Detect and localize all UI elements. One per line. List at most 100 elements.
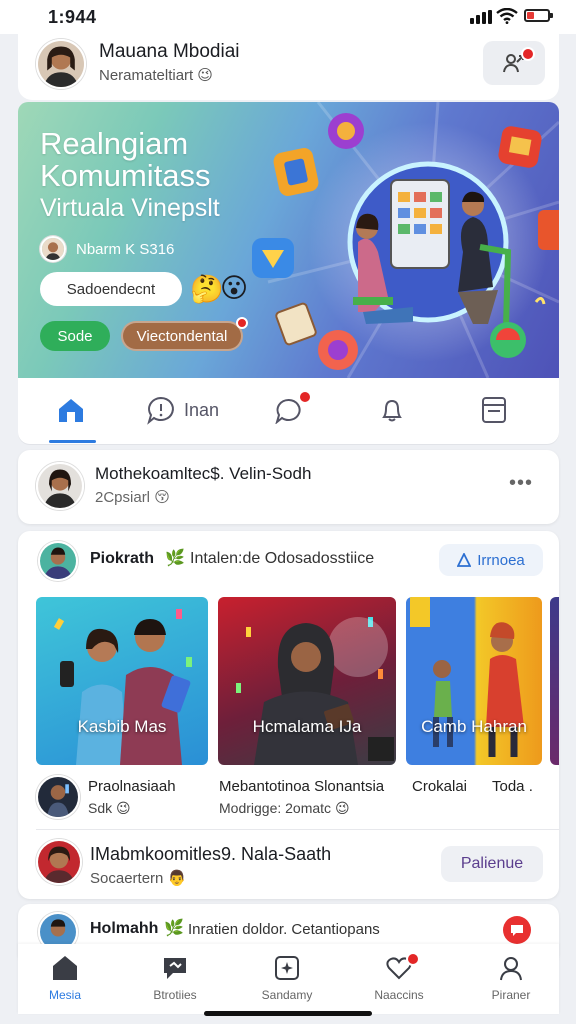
hero-title-line-3: Virtuala Vinepslt — [40, 194, 220, 222]
active-tab-indicator — [49, 440, 96, 443]
user-subtitle-text: Neramateltiart — [99, 67, 194, 84]
notification-badge-icon[interactable] — [503, 916, 531, 944]
thumbnail-2[interactable]: Hcmalama IJa — [218, 597, 396, 765]
item-1-subtitle-text: Sdk — [88, 800, 113, 816]
leaf-icon: 🌿 — [165, 550, 185, 567]
post-subtitle-emoji: 😚 — [154, 489, 170, 506]
home-icon — [59, 399, 83, 422]
feed-author-name[interactable]: Piokrath — [90, 550, 154, 568]
battery-icon — [524, 9, 553, 22]
nav-home-label: Mesia — [48, 988, 81, 1002]
item-3-title: Crokalai — [412, 778, 468, 795]
thumbnail-3[interactable]: Camb Hahran — [406, 597, 542, 765]
suggestion-avatar[interactable] — [36, 839, 82, 885]
post-card[interactable]: Mothekoamltec$. Velin-Sodh 2Cpsiarl 😚 ••… — [18, 450, 559, 524]
post-subtitle-text: 2Cpsiarl — [95, 489, 151, 506]
hero-meta-text: Nbarm K S316 — [76, 240, 175, 258]
divider — [36, 829, 559, 830]
item-1-emoji: 😉 — [116, 800, 131, 816]
thumbnail-1-image — [53, 609, 192, 765]
nav-profile-label: Piraner — [491, 988, 531, 1002]
status-bar: 1:944 — [0, 0, 576, 34]
tab-messages-badge — [298, 390, 312, 404]
wifi-icon — [496, 8, 518, 24]
item-1-avatar[interactable] — [36, 775, 80, 819]
home-icon — [53, 956, 77, 980]
chat-badge-icon — [511, 925, 523, 936]
item-1-title: Praolnasiaah — [88, 778, 176, 795]
thumbnail-3-image — [410, 597, 524, 757]
feed-2-author-name[interactable]: Holmahh — [90, 920, 158, 938]
more-options-button[interactable]: ••• — [509, 472, 533, 495]
nav-chat[interactable]: Btrotiies — [130, 954, 220, 1002]
tab-messages[interactable] — [274, 390, 312, 428]
tab-chat[interactable]: Inan — [146, 392, 219, 428]
nav-activity-label: Naaccins — [374, 988, 424, 1002]
feed-2-description: Inratien doldor. Cetantiopans — [188, 921, 380, 938]
post-author-avatar[interactable] — [36, 462, 84, 510]
hero-author-avatar — [40, 236, 66, 262]
signal-icon — [470, 10, 492, 24]
post-subtitle: 2Cpsiarl 😚 — [95, 488, 170, 506]
bottom-navigation: Mesia Btrotiies Sandamy Naaccins Piraner — [18, 944, 559, 1014]
user-avatar[interactable] — [36, 39, 86, 89]
notifications-button[interactable] — [483, 41, 545, 85]
hero-green-button[interactable]: Sode — [40, 321, 110, 351]
suggestion-subtitle-text: Socaertern — [90, 870, 164, 887]
hero-meta: Nbarm K S316 — [40, 236, 174, 262]
tab-notifications[interactable] — [378, 392, 406, 428]
home-indicator[interactable] — [204, 1011, 372, 1016]
user-name: Mauana Mbodiai — [99, 41, 240, 62]
status-time: 1:944 — [48, 7, 97, 27]
item-2-title: Mebantotinoa Slonantsia — [219, 778, 385, 795]
hero-brown-button-badge — [236, 317, 248, 329]
hero-brown-button[interactable]: Viectondental — [121, 317, 248, 351]
feed-card: Piokrath 🌿 Intalen:de Odosadosstiice Irr… — [18, 531, 559, 899]
sparkle-card-icon — [275, 956, 299, 980]
thumbnail-2-image — [236, 617, 394, 765]
nav-home[interactable]: Mesia — [20, 954, 110, 1002]
item-4-title: Toda . — [492, 778, 533, 795]
nav-activity[interactable]: Naaccins — [354, 952, 444, 1002]
nav-chat-label: Btrotiies — [153, 988, 197, 1002]
surprised-emoji[interactable]: 😮 — [220, 273, 248, 304]
thumbnail-3-caption: Camb Hahran — [421, 717, 527, 736]
item-2-emoji: 😉 — [334, 800, 350, 816]
item-1-subtitle: Sdk 😉 — [88, 800, 131, 817]
user-subtitle: Neramateltiart 😉 — [99, 66, 213, 84]
leaf-icon: 🌿 — [164, 920, 184, 937]
thinking-emoji[interactable]: 🤔 — [190, 273, 224, 305]
item-2-subtitle: Modrigge: 2omatc 😉 — [219, 800, 350, 817]
suggestion-title: IMabmkoomitles9. Nala-Saath — [90, 844, 332, 864]
nav-profile[interactable]: Piraner — [466, 954, 556, 1002]
item-2-subtitle-text: Modrigge: 2omatc — [219, 800, 332, 816]
bell-icon — [382, 399, 402, 422]
triangle-icon — [457, 553, 472, 567]
notification-dot — [521, 47, 535, 61]
hero-input[interactable]: Sadoendecnt — [40, 272, 182, 306]
thumbnail-1[interactable]: Kasbib Mas — [36, 597, 208, 765]
tab-saved[interactable] — [480, 392, 508, 428]
thumbnail-4-partial[interactable] — [550, 597, 559, 765]
tab-chat-label: Inan — [184, 399, 220, 420]
tab-home[interactable] — [56, 392, 86, 428]
feed-description: Intalen:de Odosadosstiice — [190, 550, 375, 567]
thumbnail-1-caption: Kasbib Mas — [77, 717, 167, 736]
thumbnail-2-caption: Hcmalama IJa — [252, 717, 362, 736]
profile-icon — [500, 957, 522, 981]
hero-banner[interactable]: Realngiam Komumitass Virtuala Vinepslt N… — [18, 102, 559, 378]
hero-title: Realngiam Komumitass Virtuala Vinepslt — [40, 128, 220, 224]
nav-create[interactable]: Sandamy — [242, 954, 332, 1002]
suggestion-action-button[interactable]: Palienue — [441, 846, 543, 882]
post-title: Mothekoamltec$. Velin-Sodh — [95, 464, 312, 483]
suggestion-emoji: 👨 — [167, 870, 187, 887]
bookmark-icon — [482, 397, 506, 423]
hero-title-line-2: Komumitass — [40, 158, 211, 193]
feed-author-avatar[interactable] — [38, 541, 78, 581]
chat-icon — [164, 958, 186, 979]
profile-header: Mauana Mbodiai Neramateltiart 😉 — [18, 34, 559, 100]
tab-bar: Inan — [18, 378, 559, 444]
follow-button[interactable]: Irrnoea — [439, 544, 543, 576]
hero-title-line-1: Realngiam — [40, 126, 189, 161]
hero-brown-button-label: Viectondental — [136, 327, 228, 345]
